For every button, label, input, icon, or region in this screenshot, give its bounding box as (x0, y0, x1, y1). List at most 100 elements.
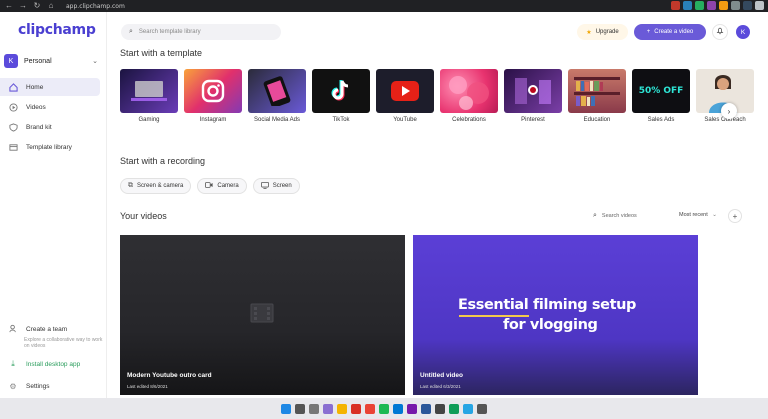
template-label: Social Media Ads (253, 117, 301, 123)
sidebar-item-videos[interactable]: Videos (0, 98, 100, 116)
add-video-button[interactable]: + (728, 209, 742, 223)
video-card[interactable]: Modern Youtube outro card Last edited 8/… (120, 235, 405, 395)
upgrade-button[interactable]: ★ Upgrade (577, 24, 628, 40)
app-icon[interactable] (379, 403, 389, 414)
template-thumbnail (440, 69, 498, 113)
back-icon[interactable]: ← (4, 1, 14, 11)
video-search-input[interactable]: ⌕ Search videos (593, 212, 637, 220)
sidebar-item-label: Videos (26, 103, 46, 111)
play-circle-icon (8, 102, 18, 112)
template-search-input[interactable]: ⌕ Search template library (121, 24, 281, 40)
settings-link[interactable]: ⚙ Settings (8, 382, 50, 391)
task-view-icon[interactable] (309, 403, 319, 414)
menu-icon[interactable] (755, 1, 764, 10)
reload-icon[interactable]: ↻ (32, 1, 42, 11)
screen-camera-icon: ⧉ (128, 182, 133, 189)
recording-section-title: Start with a recording (120, 156, 206, 166)
create-video-label: Create a video (654, 29, 694, 35)
template-carousel: Gaming Instagram Social Media Ads TikTok (120, 69, 760, 129)
plus-icon: + (732, 211, 738, 221)
app-icon[interactable] (477, 403, 487, 414)
template-label: Education (583, 117, 611, 123)
windows-start-icon[interactable] (281, 403, 291, 414)
recording-label: Screen & camera (137, 183, 184, 189)
extension-icon[interactable] (707, 1, 716, 10)
template-thumbnail (184, 69, 242, 113)
download-icon: ⤓ (11, 359, 15, 368)
template-card-education[interactable]: Education (568, 69, 626, 123)
screen-button[interactable]: Screen (252, 178, 300, 194)
workspace-avatar: K (4, 54, 18, 68)
top-bar: ⌕ Search template library ★ Upgrade + Cr… (107, 12, 768, 48)
create-team-promo[interactable]: Create a team Explore a collaborative wa… (8, 324, 103, 349)
app-icon[interactable] (435, 403, 445, 414)
home-browser-icon[interactable]: ⌂ (46, 1, 56, 11)
app-icon[interactable] (463, 403, 473, 414)
instagram-icon (201, 79, 225, 103)
workspace-switcher[interactable]: K Personal ⌄ (4, 52, 104, 70)
screen-and-camera-button[interactable]: ⧉ Screen & camera (120, 178, 192, 194)
recording-label: Camera (217, 183, 239, 189)
home-icon (8, 82, 18, 92)
gear-icon: ⚙ (9, 382, 17, 391)
camera-icon (205, 182, 213, 190)
template-thumbnail: 50% OFF (632, 69, 690, 113)
video-thumbnail-title: Essential filming setup (458, 297, 637, 313)
template-label: Celebrations (452, 117, 486, 123)
tiktok-icon (331, 80, 349, 101)
sidebar-item-brand-kit[interactable]: Brand kit (0, 118, 100, 136)
settings-label: Settings (26, 383, 50, 390)
carousel-next-button[interactable]: › (721, 103, 737, 119)
extension-icon[interactable] (731, 1, 740, 10)
template-label: TikTok (332, 117, 350, 123)
template-card-pinterest[interactable]: Pinterest (504, 69, 562, 123)
clipchamp-logo[interactable]: clipchamp (18, 22, 96, 38)
app-icon[interactable] (407, 403, 417, 414)
video-card[interactable]: Essential filming setup for vlogging Unt… (413, 235, 698, 395)
extension-icon[interactable] (743, 1, 752, 10)
search-icon: ⌕ (593, 212, 597, 219)
video-search-placeholder: Search videos (601, 213, 637, 219)
camera-button[interactable]: Camera (197, 178, 247, 194)
sidebar-item-template-library[interactable]: Template library (0, 138, 100, 156)
template-card-tiktok[interactable]: TikTok (312, 69, 370, 123)
app-icon[interactable] (351, 403, 361, 414)
app-icon[interactable] (421, 403, 431, 414)
sidebar-item-home[interactable]: Home (0, 78, 100, 96)
extension-icon[interactable] (671, 1, 680, 10)
videos-section-title: Your videos (120, 211, 167, 221)
sort-dropdown[interactable]: Most recent ⌄ (679, 212, 717, 218)
template-label: YouTube (393, 117, 417, 123)
template-card-youtube[interactable]: YouTube (376, 69, 434, 123)
browser-toolbar: ← → ↻ ⌂ app.clipchamp.com (0, 0, 768, 12)
forward-icon[interactable]: → (18, 1, 28, 11)
template-card-social-media-ads[interactable]: Social Media Ads (248, 69, 306, 123)
clipchamp-app: clipchamp K Personal ⌄ Home Videos Brand… (0, 12, 768, 398)
template-label: Gaming (138, 117, 160, 123)
sale-text: 50% OFF (638, 86, 684, 96)
app-icon[interactable] (449, 403, 459, 414)
template-card-gaming[interactable]: Gaming (120, 69, 178, 123)
app-icon[interactable] (393, 403, 403, 414)
sidebar-item-label: Home (26, 83, 44, 91)
notifications-button[interactable] (712, 24, 728, 40)
address-bar[interactable]: app.clipchamp.com (66, 3, 125, 10)
extension-icon[interactable] (719, 1, 728, 10)
plus-icon: + (646, 29, 651, 35)
install-desktop-app-link[interactable]: ⤓ Install desktop app (8, 359, 80, 369)
template-label: Sales Ads (647, 117, 675, 123)
extension-icon[interactable] (695, 1, 704, 10)
template-card-celebrations[interactable]: Celebrations (440, 69, 498, 123)
template-thumbnail (504, 69, 562, 113)
app-icon[interactable] (323, 403, 333, 414)
search-icon[interactable] (295, 403, 305, 414)
template-label: Pinterest (521, 117, 545, 123)
extension-icon[interactable] (683, 1, 692, 10)
template-card-sales-ads[interactable]: 50% OFF Sales Ads (632, 69, 690, 123)
folder-icon[interactable] (337, 403, 347, 414)
create-video-button[interactable]: + Create a video (634, 24, 706, 40)
user-avatar[interactable]: K (736, 25, 750, 39)
app-icon[interactable] (365, 403, 375, 414)
create-team-label: Create a team (26, 326, 68, 333)
template-card-instagram[interactable]: Instagram (184, 69, 242, 123)
